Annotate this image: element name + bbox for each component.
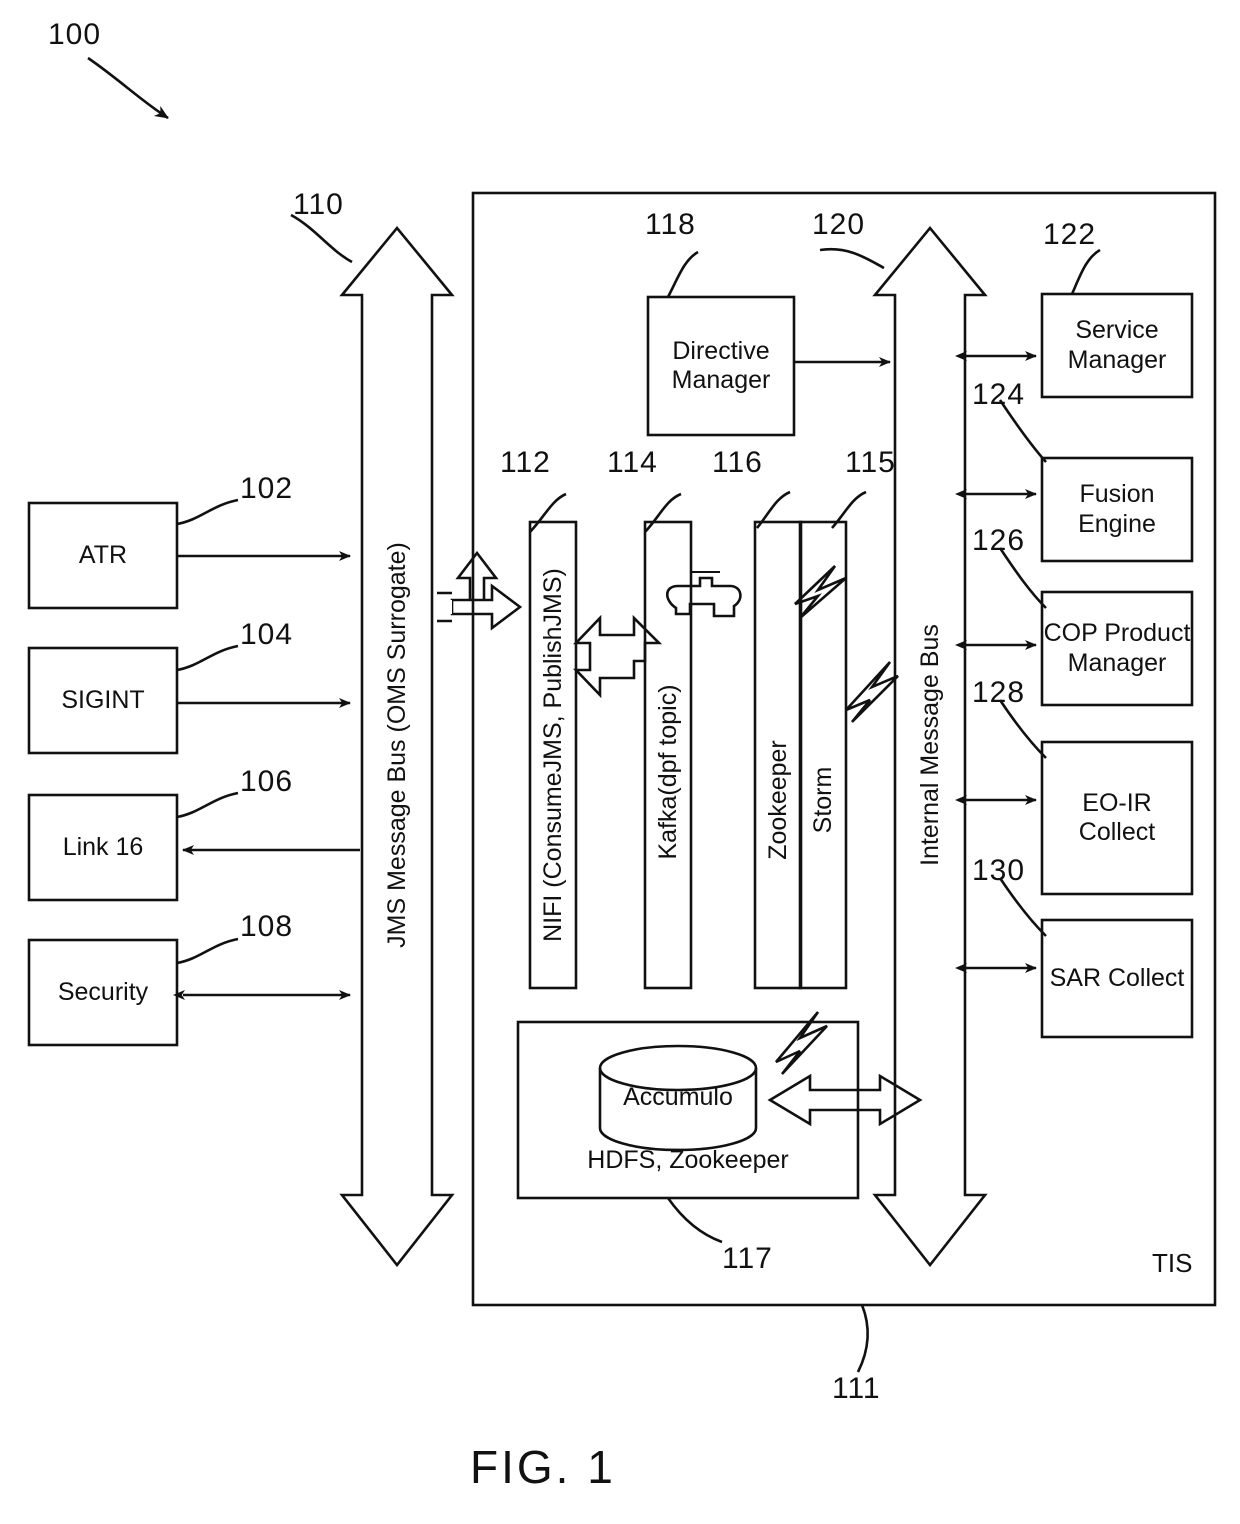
- leader-117: [666, 1197, 723, 1244]
- junction-arrow-right: [450, 583, 523, 631]
- leader-106: [176, 791, 239, 819]
- leader-100: [87, 56, 169, 120]
- ref-114: 114: [607, 446, 658, 479]
- ref-130: 130: [972, 854, 1026, 887]
- leader-118: [666, 250, 699, 298]
- label-cop-product-manager: COP Product Manager: [1043, 619, 1191, 677]
- label-kafka: Kafka(dpf topic): [653, 684, 682, 860]
- label-fusion-engine: Fusion Engine: [1078, 480, 1156, 538]
- arrow-nifi-kafka: [572, 614, 663, 699]
- bolt-icon-1: [794, 565, 847, 619]
- label-sar-collect: SAR Collect: [1049, 963, 1185, 992]
- label-accumulo: Accumulo: [623, 1083, 733, 1112]
- label-security: Security: [57, 977, 149, 1006]
- ref-112: 112: [500, 446, 551, 479]
- ref-117: 117: [722, 1242, 773, 1275]
- ref-104: 104: [240, 618, 294, 651]
- label-tis: TIS: [1152, 1248, 1193, 1278]
- ref-120: 120: [812, 208, 866, 241]
- arrow-accumulo-bus: [767, 1073, 923, 1127]
- leader-102: [176, 498, 239, 526]
- junction-arrow-up: [455, 550, 499, 600]
- ref-128: 128: [972, 676, 1026, 709]
- label-hdfs-zookeeper: HDFS, Zookeeper: [587, 1146, 789, 1175]
- label-atr: ATR: [78, 540, 128, 569]
- figure-canvas: 100 110 118 120 122 102 104 106 108 112 …: [0, 0, 1240, 1524]
- label-eoir-collect: EO-IR Collect: [1078, 788, 1156, 847]
- ref-111: 111: [832, 1372, 881, 1405]
- ref-115: 115: [845, 446, 896, 479]
- leader-111: [856, 1304, 870, 1373]
- label-nifi: NIFI (ConsumeJMS, PublishJMS): [538, 568, 567, 942]
- label-service-manager: Service Manager: [1067, 316, 1167, 374]
- leader-110: [290, 213, 353, 264]
- leader-104: [176, 644, 239, 672]
- label-sigint: SIGINT: [61, 685, 145, 714]
- ref-126: 126: [972, 524, 1026, 557]
- label-directive-manager: Directive Manager: [671, 336, 771, 395]
- leader-122: [1070, 248, 1101, 295]
- ref-102: 102: [240, 472, 294, 505]
- label-zookeeper: Zookeeper: [763, 740, 792, 860]
- label-storm: Storm: [808, 766, 837, 834]
- spout-icon: [665, 576, 742, 618]
- leader-108: [176, 937, 239, 965]
- ref-108: 108: [240, 910, 294, 943]
- ref-110: 110: [293, 188, 344, 221]
- label-link16: Link 16: [62, 832, 144, 861]
- label-internal-message-bus: Internal Message Bus: [915, 624, 944, 866]
- ref-106: 106: [240, 765, 294, 798]
- ref-100: 100: [48, 18, 102, 51]
- leader-120: [819, 247, 885, 270]
- bolt-icon-2: [845, 661, 899, 723]
- ref-118: 118: [645, 208, 696, 241]
- figure-caption: FIG. 1: [470, 1441, 616, 1493]
- leader-115: [831, 490, 867, 529]
- ref-116: 116: [712, 446, 763, 479]
- label-jms-message-bus: JMS Message Bus (OMS Surrogate): [382, 542, 411, 948]
- ref-124: 124: [972, 378, 1026, 411]
- leader-114: [644, 492, 682, 533]
- ref-122: 122: [1043, 218, 1097, 251]
